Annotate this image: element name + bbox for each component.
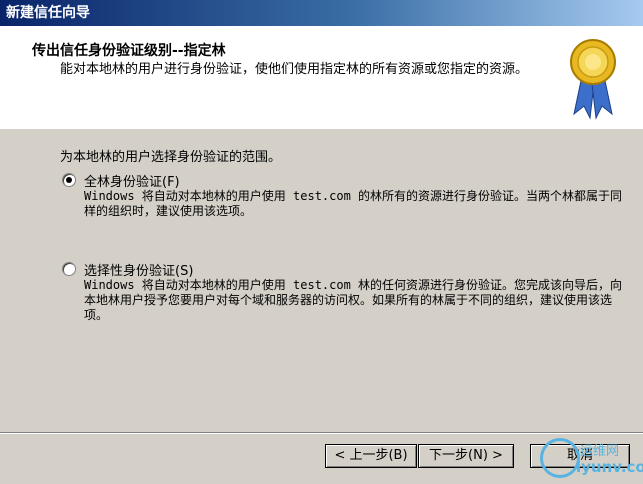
selective-auth-label[interactable]: 选择性身份验证(S) xyxy=(84,260,193,279)
next-button[interactable]: 下一步(N) > xyxy=(418,444,514,468)
back-button[interactable]: < 上一步(B) xyxy=(325,444,417,468)
page-description: 能对本地林的用户进行身份验证，使他们使用指定林的所有资源或您指定的资源。 xyxy=(60,62,529,77)
title-bar[interactable]: 新建信任向导 xyxy=(0,0,643,26)
wizard-window: 新建信任向导 传出信任身份验证级别--指定林 能对本地林的用户进行身份验证，使他… xyxy=(0,0,643,484)
watermark-line1: 运维网 xyxy=(580,444,620,459)
wizard-header: 传出信任身份验证级别--指定林 能对本地林的用户进行身份验证，使他们使用指定林的… xyxy=(0,26,643,129)
award-ribbon-icon xyxy=(570,39,616,120)
footer-divider-highlight xyxy=(0,433,643,434)
watermark-circle-icon xyxy=(540,438,580,478)
window-title: 新建信任向导 xyxy=(6,5,90,21)
watermark-logo: 运维网 iyunv.com xyxy=(540,438,643,482)
page-title: 传出信任身份验证级别--指定林 xyxy=(32,43,226,59)
forest-wide-auth-label[interactable]: 全林身份验证(F) xyxy=(84,171,180,190)
scope-prompt: 为本地林的用户选择身份验证的范围。 xyxy=(60,150,282,165)
watermark-line2: iyunv.com xyxy=(576,458,643,476)
header-divider xyxy=(0,128,643,129)
forest-wide-auth-radio[interactable] xyxy=(62,173,76,187)
selective-auth-radio[interactable] xyxy=(62,262,76,276)
radio-selected-dot xyxy=(66,177,72,183)
forest-wide-auth-description: Windows 将自动对本地林的用户使用 test.com 的林所有的资源进行身… xyxy=(84,189,623,218)
selective-auth-description: Windows 将自动对本地林的用户使用 test.com 林的任何资源进行身份… xyxy=(84,278,623,322)
